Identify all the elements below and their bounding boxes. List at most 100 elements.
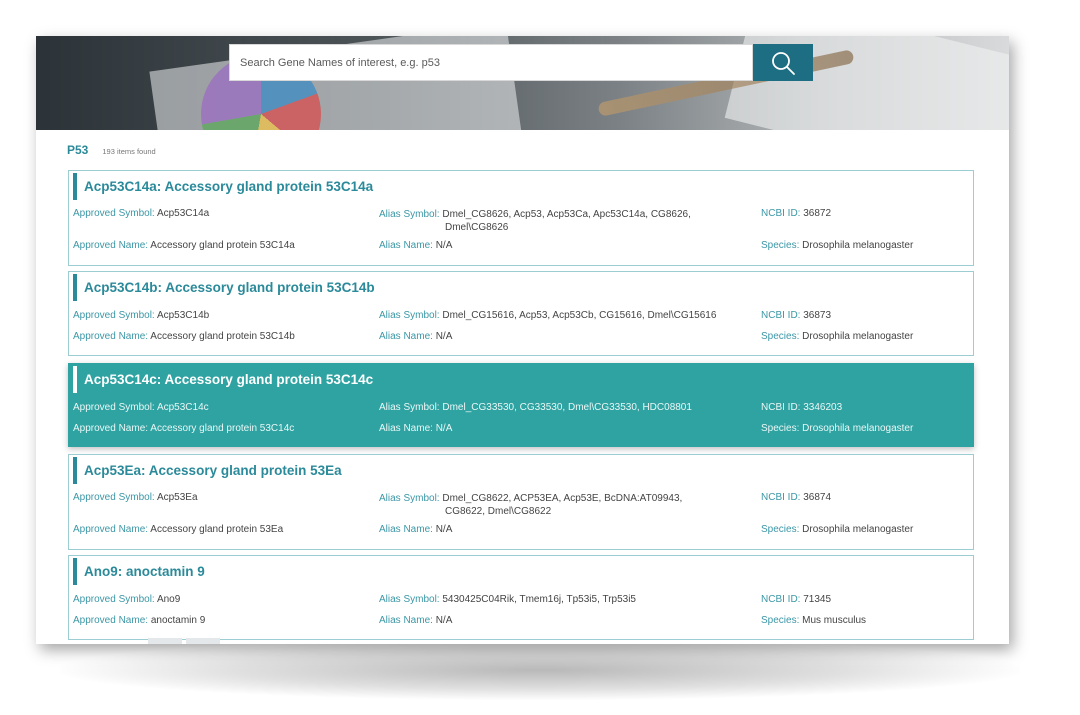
header-banner <box>36 36 1009 130</box>
alias-name-label: Alias Name: <box>379 423 433 434</box>
alias-symbol-label: Alias Symbol: <box>379 402 440 413</box>
approved-symbol-value: Acp53Ea <box>156 492 198 503</box>
card-accent-bar <box>73 558 77 585</box>
alias-symbol-value: Dmel_CG8622, ACP53EA, Acp53E, BcDNA:AT09… <box>442 493 683 504</box>
alias-symbol-value: Dmel_CG15616, Acp53, Acp53Cb, CG15616, D… <box>442 310 717 321</box>
approved-name-row: Approved Name: Accessory gland protein 5… <box>73 423 294 434</box>
alias-symbol-value: Dmel_CG8626, Acp53, Acp53Ca, Apc53C14a, … <box>442 209 691 220</box>
gene-card[interactable]: Acp53C14a: Accessory gland protein 53C14… <box>68 170 974 266</box>
species-value: Drosophila melanogaster <box>802 331 914 342</box>
ncbi-id-label: NCBI ID: <box>761 402 801 413</box>
approved-name-row: Approved Name: Accessory gland protein 5… <box>73 524 283 535</box>
approved-symbol-row: Approved Symbol: Acp53C14c <box>73 402 209 413</box>
alias-symbol-label: Alias Symbol: <box>379 594 440 605</box>
approved-name-value: Accessory gland protein 53C14c <box>150 423 295 434</box>
gene-card-selected[interactable]: Acp53C14c: Accessory gland protein 53C14… <box>68 363 974 447</box>
ncbi-id-row: NCBI ID: 36874 <box>761 492 831 503</box>
card-accent-bar <box>73 457 77 484</box>
pagination-strip <box>148 638 220 644</box>
app-window: P53 193 items found Acp53C14a: Accessory… <box>36 36 1009 644</box>
approved-name-value: Accessory gland protein 53C14a <box>150 240 295 251</box>
ncbi-id-row: NCBI ID: 36873 <box>761 310 831 321</box>
alias-symbol-value: Dmel_CG33530, CG33530, Dmel\CG33530, HDC… <box>442 402 692 413</box>
species-row: Species: Drosophila melanogaster <box>761 331 913 342</box>
gene-title[interactable]: Acp53C14a: Accessory gland protein 53C14… <box>84 179 373 194</box>
species-label: Species: <box>761 615 800 626</box>
results-header: P53 193 items found <box>67 143 156 157</box>
species-label: Species: <box>761 240 800 251</box>
card-accent-bar <box>73 366 77 393</box>
species-row: Species: Drosophila melanogaster <box>761 524 913 535</box>
gene-card[interactable]: Acp53Ea: Accessory gland protein 53Ea Ap… <box>68 454 974 550</box>
approved-symbol-value: Ano9 <box>156 594 181 605</box>
alias-symbol-row: Alias Symbol: Dmel_CG33530, CG33530, Dme… <box>379 402 692 413</box>
alias-symbol-row: Alias Symbol: Dmel_CG8622, ACP53EA, Acp5… <box>379 492 719 518</box>
card-accent-bar <box>73 274 77 301</box>
alias-symbol-value-continued: CG8622, Dmel\CG8622 <box>445 506 552 517</box>
search-icon <box>772 51 795 75</box>
ncbi-id-value: 36874 <box>803 492 832 503</box>
species-label: Species: <box>761 524 800 535</box>
approved-symbol-row: Approved Symbol: Ano9 <box>73 594 180 605</box>
alias-name-value: N/A <box>435 331 453 342</box>
gene-card[interactable]: Ano9: anoctamin 9 Approved Symbol: Ano9 … <box>68 555 974 640</box>
approved-name-value: Accessory gland protein 53C14b <box>150 331 295 342</box>
alias-name-row: Alias Name: N/A <box>379 331 452 342</box>
species-value: Drosophila melanogaster <box>802 423 914 434</box>
alias-name-label: Alias Name: <box>379 331 433 342</box>
alias-name-row: Alias Name: N/A <box>379 524 452 535</box>
query-label: P53 <box>67 143 89 157</box>
pagination-segment[interactable] <box>148 638 182 644</box>
approved-name-row: Approved Name: Accessory gland protein 5… <box>73 240 295 251</box>
alias-name-value: N/A <box>435 423 453 434</box>
approved-name-label: Approved Name: <box>73 331 149 342</box>
alias-name-label: Alias Name: <box>379 240 433 251</box>
approved-symbol-value: Acp53C14c <box>156 402 209 413</box>
ncbi-id-label: NCBI ID: <box>761 208 801 219</box>
species-row: Species: Drosophila melanogaster <box>761 240 913 251</box>
gene-title[interactable]: Acp53C14c: Accessory gland protein 53C14… <box>84 372 373 387</box>
alias-symbol-label: Alias Symbol: <box>379 310 440 321</box>
ncbi-id-row: NCBI ID: 71345 <box>761 594 831 605</box>
alias-symbol-label: Alias Symbol: <box>379 493 440 504</box>
approved-symbol-row: Approved Symbol: Acp53C14a <box>73 208 209 219</box>
species-label: Species: <box>761 423 800 434</box>
pagination-segment[interactable] <box>186 638 220 644</box>
gene-title[interactable]: Acp53C14b: Accessory gland protein 53C14… <box>84 280 375 295</box>
approved-name-label: Approved Name: <box>73 423 149 434</box>
approved-name-value: anoctamin 9 <box>150 615 206 626</box>
ncbi-id-value: 36873 <box>803 310 832 321</box>
ncbi-id-label: NCBI ID: <box>761 492 801 503</box>
alias-symbol-row: Alias Symbol: Dmel_CG15616, Acp53, Acp53… <box>379 310 716 321</box>
approved-symbol-label: Approved Symbol: <box>73 594 155 605</box>
approved-name-label: Approved Name: <box>73 524 149 535</box>
ncbi-id-label: NCBI ID: <box>761 594 801 605</box>
gene-card[interactable]: Acp53C14b: Accessory gland protein 53C14… <box>68 271 974 356</box>
ncbi-id-value: 71345 <box>803 594 832 605</box>
species-row: Species: Mus musculus <box>761 615 866 626</box>
alias-name-row: Alias Name: N/A <box>379 615 452 626</box>
alias-name-value: N/A <box>435 524 453 535</box>
alias-symbol-value-continued: Dmel\CG8626 <box>445 222 509 233</box>
species-value: Mus musculus <box>802 615 867 626</box>
approved-symbol-label: Approved Symbol: <box>73 402 155 413</box>
alias-name-row: Alias Name: N/A <box>379 423 452 434</box>
search-input[interactable] <box>229 44 753 81</box>
species-label: Species: <box>761 331 800 342</box>
ncbi-id-value: 3346203 <box>803 402 843 413</box>
approved-name-label: Approved Name: <box>73 615 149 626</box>
species-value: Drosophila melanogaster <box>802 524 914 535</box>
approved-name-row: Approved Name: anoctamin 9 <box>73 615 205 626</box>
alias-name-row: Alias Name: N/A <box>379 240 452 251</box>
alias-symbol-label: Alias Symbol: <box>379 209 440 220</box>
search-button[interactable] <box>753 44 813 81</box>
page-shadow <box>60 640 1020 700</box>
approved-symbol-row: Approved Symbol: Acp53Ea <box>73 492 198 503</box>
species-value: Drosophila melanogaster <box>802 240 914 251</box>
gene-title[interactable]: Acp53Ea: Accessory gland protein 53Ea <box>84 463 342 478</box>
ncbi-id-row: NCBI ID: 36872 <box>761 208 831 219</box>
alias-name-value: N/A <box>435 240 453 251</box>
approved-symbol-value: Acp53C14b <box>156 310 210 321</box>
alias-name-value: N/A <box>435 615 453 626</box>
gene-title[interactable]: Ano9: anoctamin 9 <box>84 564 205 579</box>
